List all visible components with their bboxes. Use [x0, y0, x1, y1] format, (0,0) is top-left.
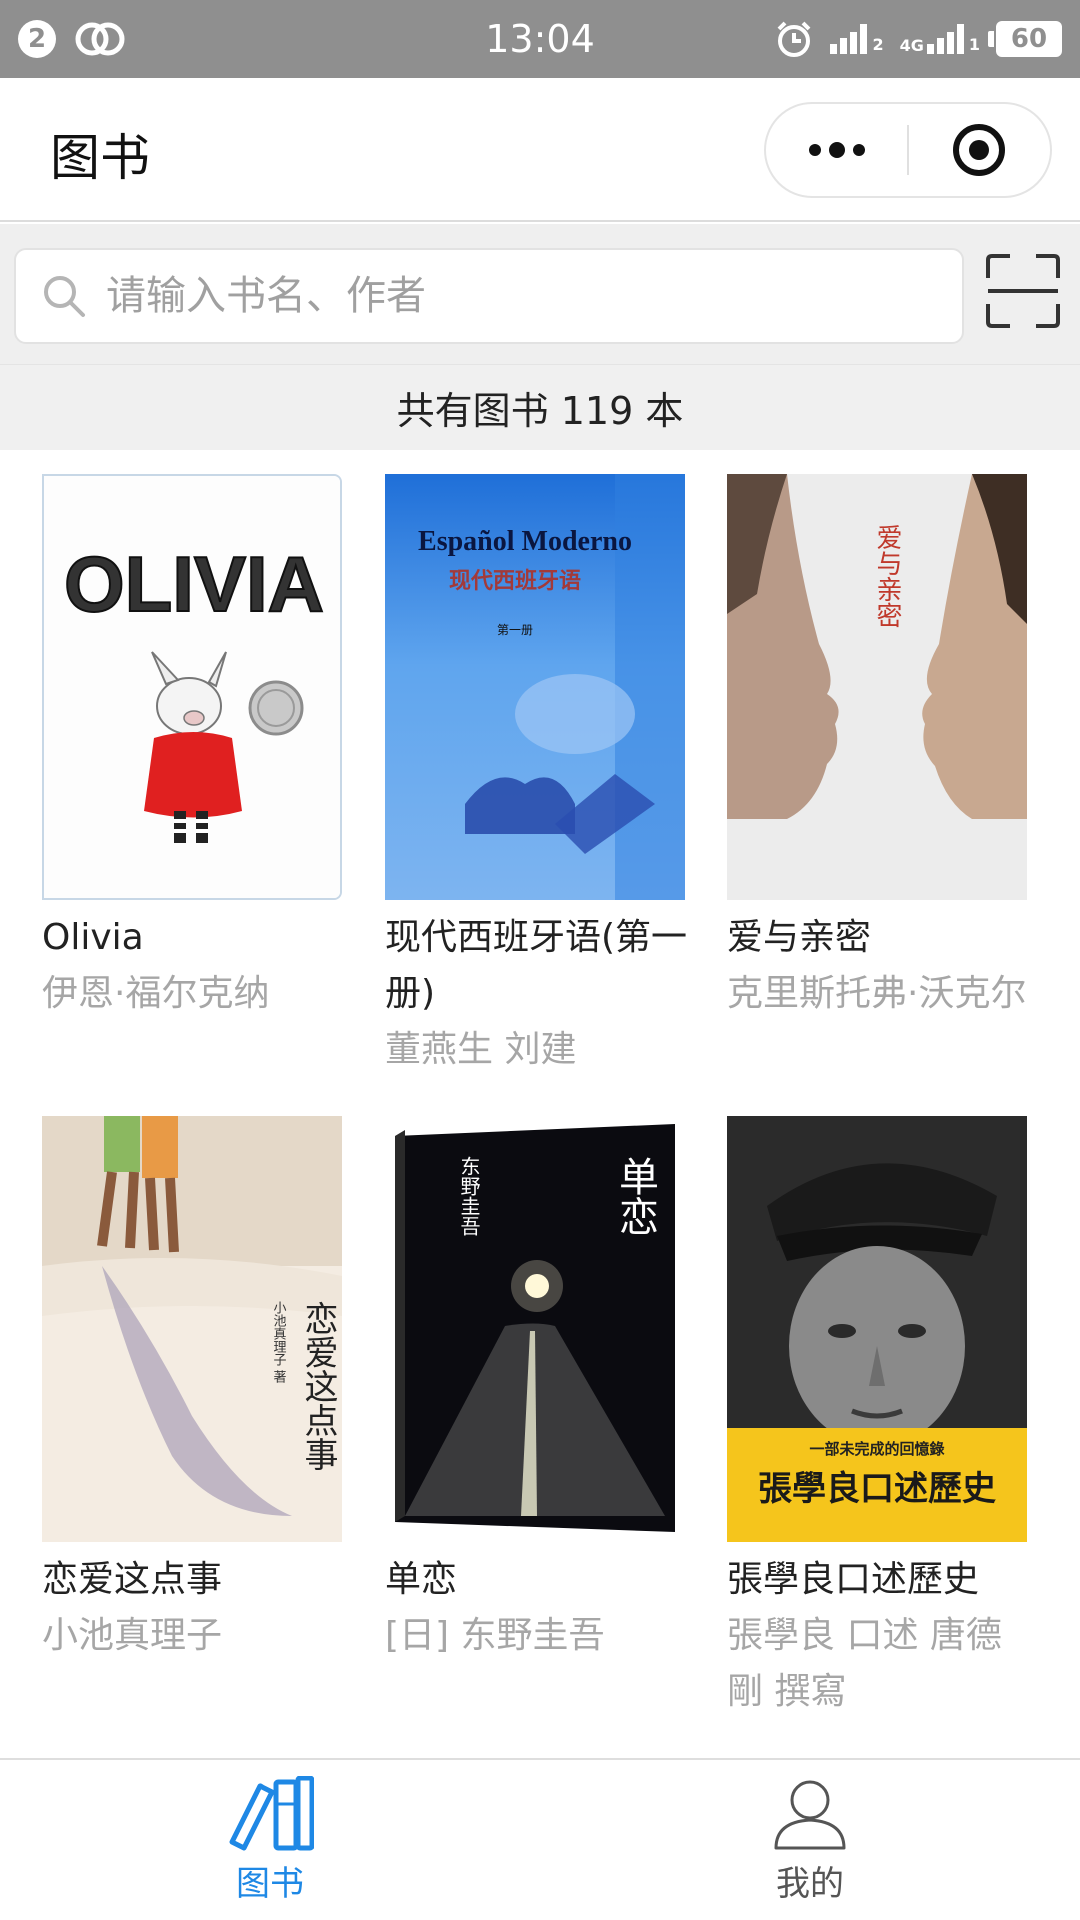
books-icon [229, 1776, 314, 1851]
target-close-icon [953, 124, 1006, 176]
battery-indicator: 60 [988, 21, 1062, 57]
search-section [0, 224, 1080, 364]
book-card[interactable]: 恋爱这点事 小池真理子 著 恋爱这点事 小池真理子 [42, 1116, 352, 1664]
notification-count-badge: 2 [18, 20, 56, 58]
status-right: 2 4G 1 60 [774, 19, 1062, 59]
zhang-cover-art: 一部未完成的回憶錄 張學良口述歷史 [727, 1116, 1027, 1542]
book-cover-lianai[interactable]: 恋爱这点事 小池真理子 著 [42, 1116, 342, 1542]
signal-2-icon: 4G 1 [900, 24, 980, 54]
book-card[interactable]: Español Moderno 现代西班牙语 第一册 现代西班牙语(第一册) 董… [385, 474, 695, 1078]
close-miniprogram-button[interactable] [909, 104, 1050, 196]
book-title: 现代西班牙语(第一册) [385, 917, 688, 1014]
lianai-cover-art: 恋爱这点事 小池真理子 著 [42, 1116, 342, 1542]
status-left: 2 [18, 20, 128, 58]
book-card[interactable]: OLIVIA Olivia 伊恩·福尔克纳 [42, 474, 352, 1022]
book-author: 董燕生 刘建 [385, 1029, 577, 1070]
more-button[interactable] [766, 104, 907, 196]
zhang-cover-heading: 張學良口述歷史 [758, 1469, 996, 1509]
scan-button[interactable] [984, 252, 1062, 330]
love-cover-heading: 爱与亲密 [872, 524, 902, 628]
tab-mine-label: 我的 [776, 1864, 844, 1904]
search-box[interactable] [14, 248, 964, 344]
book-card[interactable]: 一部未完成的回憶錄 張學良口述歷史 張學良口述歷史 張學良 口述 唐德剛 撰寫 [727, 1116, 1037, 1720]
nav-bar: 图书 [0, 78, 1080, 222]
scan-icon [986, 254, 1060, 328]
spanish-cover-volume: 第一册 [497, 623, 533, 637]
book-card[interactable]: 单恋 东野圭吾 单恋 [日] 东野圭吾 [385, 1116, 695, 1664]
search-icon [44, 276, 85, 317]
book-title: 張學良口述歷史 [727, 1559, 980, 1600]
signal-1-icon: 2 [830, 24, 884, 54]
book-title: 恋爱这点事 [42, 1559, 223, 1600]
app-rings-icon [75, 22, 125, 56]
lianai-cover-heading: 恋爱这点事 [298, 1301, 338, 1471]
danlian-cover-art: 单恋 东野圭吾 [385, 1116, 685, 1542]
page-title: 图书 [50, 129, 150, 187]
book-title: 爱与亲密 [727, 917, 872, 958]
tab-books[interactable]: 图书 [0, 1760, 540, 1920]
book-author: 克里斯托弗·沃克尔 [727, 973, 1027, 1014]
tab-mine[interactable]: 我的 [540, 1760, 1080, 1920]
danlian-cover-heading: 单恋 [612, 1156, 658, 1236]
book-cover-danlian[interactable]: 单恋 东野圭吾 [385, 1116, 685, 1542]
spanish-cover-subtitle: 现代西班牙语 [449, 569, 581, 594]
book-card[interactable]: 爱与亲密 爱与亲密 克里斯托弗·沃克尔 [727, 474, 1037, 1022]
signal-1-label: 2 [872, 35, 884, 54]
book-title: 单恋 [385, 1559, 458, 1600]
lianai-cover-author: 小池真理子 著 [271, 1301, 287, 1385]
love-cover-art: 爱与亲密 [727, 474, 1027, 900]
book-author: 伊恩·福尔克纳 [42, 973, 270, 1014]
olivia-cover-heading: OLIVIA [64, 540, 324, 628]
olivia-cover-art: OLIVIA [44, 476, 340, 898]
book-author: 張學良 口述 唐德剛 撰寫 [727, 1615, 1002, 1712]
danlian-cover-author: 东野圭吾 [457, 1156, 481, 1236]
book-count: 共有图书 119 本 [0, 364, 1080, 450]
book-grid: OLIVIA Olivia 伊恩·福尔克纳 Español Moderno 现代… [0, 450, 1080, 1758]
book-title: Olivia [42, 917, 144, 958]
tab-books-label: 图书 [236, 1864, 304, 1904]
spanish-cover-heading: Español Moderno [418, 526, 632, 557]
search-input[interactable] [106, 273, 926, 319]
spanish-cover-art: Español Moderno 现代西班牙语 第一册 [385, 474, 685, 900]
signal-2-label: 1 [968, 35, 980, 54]
mini-program-capsule [764, 102, 1052, 198]
status-bar: 2 13:04 2 4G 1 60 [0, 0, 1080, 78]
alarm-icon [778, 21, 811, 57]
book-cover-olivia[interactable]: OLIVIA [42, 474, 342, 900]
more-dots-icon [808, 142, 865, 158]
zhang-cover-tagline: 一部未完成的回憶錄 [809, 1440, 944, 1458]
book-cover-spanish[interactable]: Español Moderno 现代西班牙语 第一册 [385, 474, 685, 900]
book-author: [日] 东野圭吾 [385, 1615, 605, 1656]
book-cover-zhang[interactable]: 一部未完成的回憶錄 張學良口述歷史 [727, 1116, 1027, 1542]
network-type: 4G [899, 36, 924, 55]
book-cover-love[interactable]: 爱与亲密 [727, 474, 1027, 900]
tab-bar: 图书 我的 [0, 1758, 1080, 1920]
person-icon [774, 1780, 846, 1850]
book-author: 小池真理子 [42, 1615, 223, 1656]
